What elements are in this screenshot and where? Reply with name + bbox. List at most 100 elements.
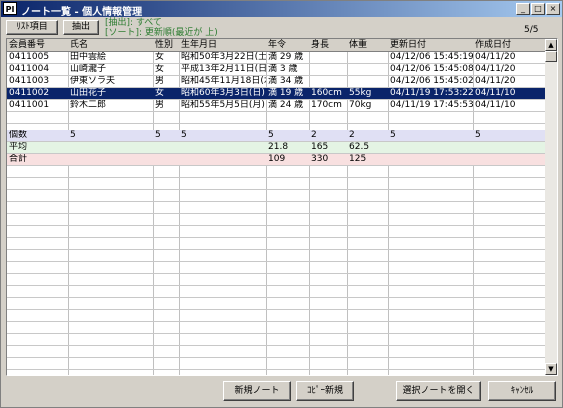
cancel-button[interactable]: ｷｬﾝｾﾙ: [488, 381, 556, 401]
empty-row: [7, 298, 545, 310]
cell-height: 170cm: [311, 100, 342, 110]
table-row[interactable]: 0411005 田中雲絵 女 昭和50年3月22日(土 満 29 歳 04/12…: [7, 52, 545, 64]
cell-age: 満 19 歳: [268, 88, 304, 98]
empty-row: [7, 322, 545, 334]
empty-row: [7, 346, 545, 358]
stats-cell: 21.8: [268, 142, 289, 152]
column-header[interactable]: 作成日付: [473, 39, 545, 51]
cell-age: 満 24 歳: [268, 100, 304, 110]
minimize-button[interactable]: _: [516, 3, 530, 15]
cell-name: 鈴木二郎: [70, 100, 107, 110]
cell-birthdate: 昭和55年5月5日(月): [181, 100, 265, 110]
stats-label: 合計: [9, 154, 28, 164]
cell-updated: 04/12/06 15:45:19: [390, 52, 473, 62]
cell-height: 160cm: [311, 88, 342, 98]
empty-row: [7, 190, 545, 202]
close-button[interactable]: ×: [546, 3, 560, 15]
table-header: 会員番号 氏名 性別 生年月日 年令 身長 体重 更新日付 作成日付: [7, 39, 545, 52]
cell-birthdate: 平成13年2月11日(日: [181, 64, 266, 74]
cell-weight: [347, 52, 388, 63]
stats-cell: 165: [311, 142, 329, 152]
cell-name: 田中雲絵: [70, 52, 107, 62]
stats-cell: 5: [475, 130, 481, 140]
stats-label: 個数: [9, 130, 28, 140]
stats-cell: 5: [155, 130, 161, 140]
column-header[interactable]: 生年月日: [179, 39, 266, 51]
empty-row: [7, 226, 545, 238]
cell-weight: [347, 64, 388, 75]
empty-row: [7, 250, 545, 262]
cell-age: 満 3 歳: [268, 64, 298, 74]
stats-cell: 62.5: [349, 142, 370, 152]
cell-height: [309, 64, 347, 75]
cell-weight: 55kg: [349, 88, 372, 98]
stats-cell: 125: [349, 154, 367, 164]
cell-created: 04/11/10: [475, 88, 516, 98]
table-row-selected[interactable]: 0411002 山田花子 女 昭和60年3月3日(日) 満 19 歳 160cm…: [7, 88, 545, 100]
extract-button[interactable]: 抽出: [63, 20, 99, 35]
empty-row: [7, 178, 545, 190]
maximize-button[interactable]: □: [531, 3, 545, 15]
empty-row: [7, 214, 545, 226]
stats-cell: 2: [349, 130, 355, 140]
cell-height: [309, 76, 347, 87]
cell-name: 山田花子: [70, 88, 107, 98]
empty-row: [7, 112, 545, 124]
title-bar[interactable]: PI ノート一覧 - 個人情報管理 _ □ ×: [1, 1, 562, 18]
cell-updated: 04/12/06 15:45:08: [390, 64, 473, 74]
stats-cell: 2: [311, 130, 317, 140]
stats-cell: 5: [390, 130, 396, 140]
new-note-button[interactable]: 新規ノート: [223, 381, 291, 401]
cell-created: 04/11/20: [475, 76, 516, 86]
empty-row: [7, 238, 545, 250]
scroll-down-icon[interactable]: ▼: [545, 363, 557, 375]
cell-gender: 男: [155, 76, 165, 86]
stats-cell: 5: [181, 130, 187, 140]
cell-updated: 04/12/06 15:45:02: [390, 76, 473, 86]
column-header[interactable]: 氏名: [68, 39, 153, 51]
table-row[interactable]: 0411001 鈴木二郎 男 昭和55年5月5日(月) 満 24 歳 170cm…: [7, 100, 545, 112]
cell-gender: 女: [155, 88, 165, 98]
record-count: 5/5: [524, 25, 539, 35]
cell-member-id: 0411002: [9, 88, 50, 98]
table-row[interactable]: 0411003 伊東ソラ夫 男 昭和45年11月18日(水 満 34 歳 04/…: [7, 76, 545, 88]
scroll-up-icon[interactable]: ▲: [545, 39, 557, 51]
extract-info-text: [抽出]: すべて: [105, 18, 162, 28]
stats-cell: 5: [70, 130, 76, 140]
column-header[interactable]: 身長: [309, 39, 347, 51]
vertical-scrollbar[interactable]: ▲ ▼: [545, 39, 557, 375]
cell-age: 満 34 歳: [268, 76, 304, 86]
main-window: PI ノート一覧 - 個人情報管理 _ □ × ﾘｽﾄ項目 抽出 [抽出]: す…: [0, 0, 563, 408]
list-items-button[interactable]: ﾘｽﾄ項目: [6, 20, 58, 35]
stats-cell: 330: [311, 154, 329, 164]
filter-sort-info: [抽出]: すべて [ソート]: 更新順(最近が 上): [105, 18, 218, 38]
cell-name: 伊東ソラ夫: [70, 76, 116, 86]
open-selected-note-button[interactable]: 選択ノートを開く: [396, 381, 481, 401]
note-list-table[interactable]: 会員番号 氏名 性別 生年月日 年令 身長 体重 更新日付 作成日付 04110…: [6, 38, 558, 376]
stats-sum-row: 合計 109 330 125: [7, 154, 545, 166]
window-title: ノート一覧 - 個人情報管理: [21, 7, 143, 18]
cell-birthdate: 昭和50年3月22日(土: [181, 52, 266, 62]
cell-member-id: 0411005: [9, 52, 50, 62]
table-row[interactable]: 0411004 山崎瀧子 女 平成13年2月11日(日 満 3 歳 04/12/…: [7, 64, 545, 76]
column-header[interactable]: 年令: [266, 39, 309, 51]
cell-created: 04/11/20: [475, 52, 516, 62]
cell-gender: 女: [155, 52, 165, 62]
scroll-thumb[interactable]: [545, 51, 557, 62]
cell-created: 04/11/20: [475, 64, 516, 74]
cell-member-id: 0411003: [9, 76, 50, 86]
empty-row: [7, 262, 545, 274]
copy-new-button[interactable]: ｺﾋﾟｰ新規: [296, 381, 354, 401]
empty-row: [7, 166, 545, 178]
column-header[interactable]: 性別: [153, 39, 179, 51]
stats-average-row: 平均 21.8 165 62.5: [7, 142, 545, 154]
cell-birthdate: 昭和45年11月18日(水: [181, 76, 266, 86]
sort-info-text: [ソート]: 更新順(最近が 上): [105, 28, 218, 38]
stats-count-row: 個数 5 5 5 5 2 2 5 5: [7, 130, 545, 142]
column-header[interactable]: 体重: [347, 39, 388, 51]
cell-updated: 04/11/19 17:45:53: [390, 100, 473, 110]
cell-gender: 男: [155, 100, 165, 110]
cell-weight: [347, 76, 388, 87]
column-header[interactable]: 更新日付: [388, 39, 473, 51]
column-header[interactable]: 会員番号: [7, 39, 68, 51]
